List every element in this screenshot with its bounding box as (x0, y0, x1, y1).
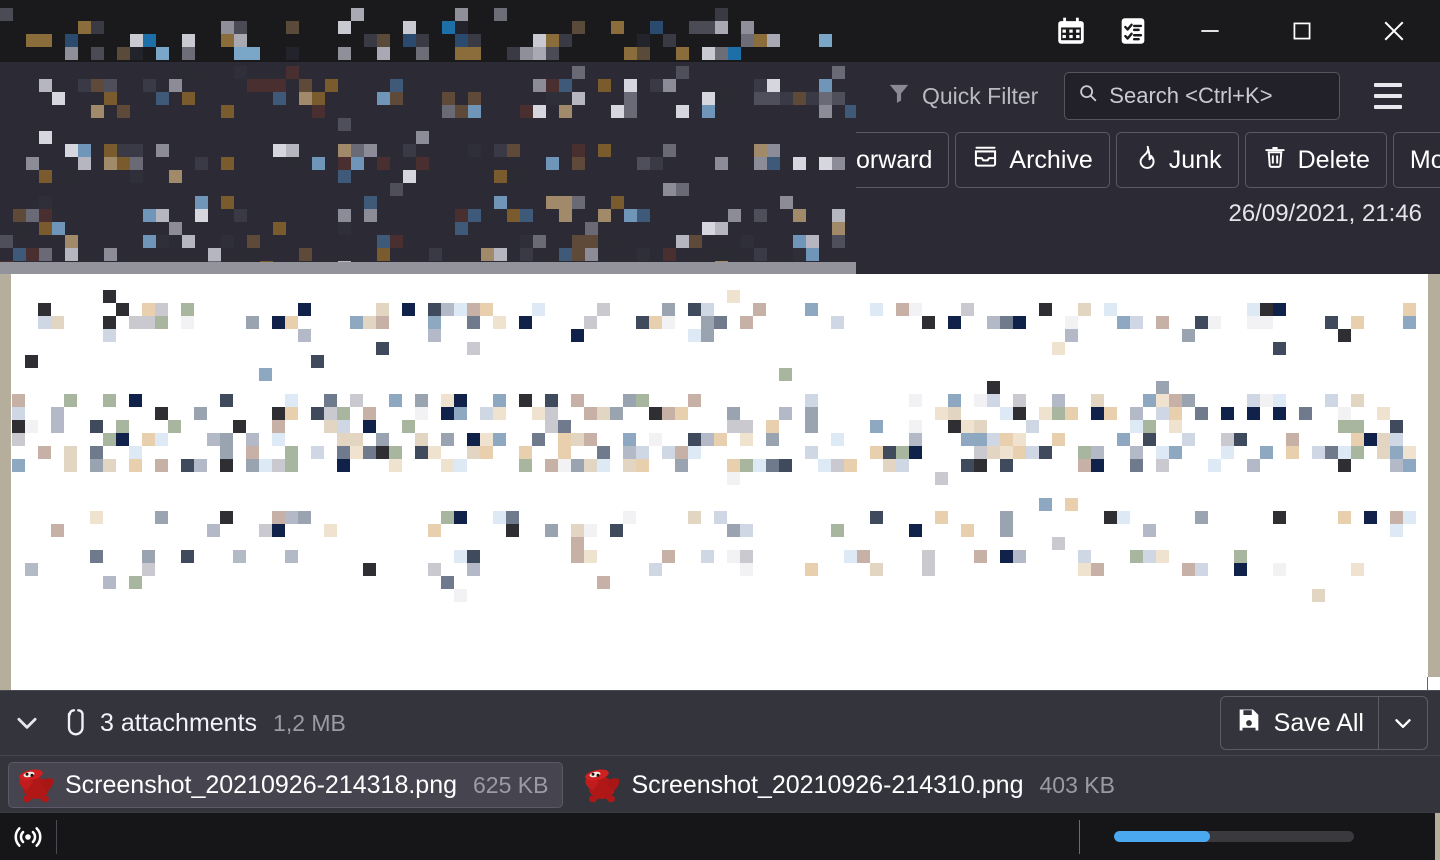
paperclip-icon (58, 706, 88, 741)
status-bar-right-border (1435, 813, 1440, 860)
forward-button[interactable]: orward (856, 132, 950, 188)
quick-filter-button[interactable]: Quick Filter (886, 80, 1038, 112)
quick-filter-label: Quick Filter (922, 82, 1039, 109)
attachment-chip[interactable]: Screenshot_20210926-214318.png 625 KB (8, 762, 564, 808)
archive-button[interactable]: Archive (955, 132, 1110, 188)
message-date: 26/09/2021, 21:46 (1228, 200, 1422, 227)
minimize-icon[interactable] (1164, 0, 1256, 62)
hamburger-bar (1374, 94, 1403, 98)
body-left-border (0, 274, 11, 690)
calendar-icon[interactable] (1040, 0, 1102, 62)
status-bar (0, 812, 1440, 860)
hamburger-bar (1374, 83, 1403, 87)
hamburger-bar (1374, 105, 1403, 109)
search-placeholder: Search <Ctrl+K> (1109, 83, 1273, 108)
message-body-pane (0, 274, 1440, 690)
attachment-file-size: 403 KB (1039, 771, 1115, 798)
forward-button-label: orward (856, 145, 933, 174)
body-border-seam (1427, 677, 1428, 690)
censored-message-header (0, 66, 856, 262)
maximize-icon[interactable] (1256, 0, 1348, 62)
flame-icon (1133, 144, 1159, 177)
body-right-border (1428, 274, 1440, 677)
quick-filter-bar: Quick Filter Search <Ctrl+K> (856, 62, 1440, 130)
delete-button-label: Delete (1297, 145, 1370, 174)
search-input[interactable]: Search <Ctrl+K> (1064, 72, 1341, 120)
more-button[interactable]: More (1392, 132, 1440, 188)
attachment-file-name: Screenshot_20210926-214318.png (65, 770, 458, 799)
broadcast-icon[interactable] (0, 821, 56, 853)
attachment-count-label: 3 attachments (100, 708, 258, 737)
save-file-icon (1235, 706, 1263, 741)
titlebar-button-group (1040, 0, 1440, 62)
censored-tab-strip (0, 8, 856, 60)
attachment-file-size: 625 KB (473, 771, 549, 798)
trash-icon (1262, 144, 1288, 177)
tasks-icon[interactable] (1102, 0, 1164, 62)
save-all-label: Save All (1273, 708, 1364, 737)
censored-message-list-panel (0, 0, 856, 275)
attachment-chip[interactable]: Screenshot_20210926-214310.png 403 KB (575, 762, 1128, 808)
save-all-split-button: Save All (1219, 696, 1428, 750)
junk-button[interactable]: Junk (1115, 132, 1239, 188)
attachment-total-size: 1,2 MB (273, 709, 346, 736)
gimp-image-icon (19, 769, 54, 803)
app-menu-button[interactable] (1366, 74, 1410, 118)
gimp-image-icon (585, 769, 620, 803)
funnel-icon (886, 80, 912, 112)
attachment-bar: 3 attachments 1,2 MB Save All Screenshot… (0, 690, 1440, 812)
save-all-button[interactable]: Save All (1221, 697, 1378, 749)
expand-attachments-chevron-icon[interactable] (12, 708, 42, 738)
progress-bar (1114, 831, 1354, 842)
search-icon (1077, 82, 1099, 110)
message-header-pane: orward Archive Junk Delete Mo 26/09/2021… (856, 130, 1440, 274)
more-button-label: More (1409, 145, 1440, 174)
attachment-summary-row: 3 attachments 1,2 MB Save All (0, 691, 1440, 756)
junk-button-label: Junk (1168, 145, 1222, 174)
censored-message-body-text (12, 290, 1416, 610)
status-bar-divider (56, 819, 57, 854)
message-action-toolbar: orward Archive Junk Delete Mo (856, 132, 1440, 188)
thunderbird-message-window: Quick Filter Search <Ctrl+K> orward Arch… (0, 0, 1440, 860)
attachment-file-name: Screenshot_20210926-214310.png (631, 770, 1024, 799)
window-titlebar (856, 0, 1440, 62)
attachment-chip-list: Screenshot_20210926-214318.png 625 KB Scre… (0, 757, 1440, 813)
archive-icon (972, 143, 999, 177)
close-icon[interactable] (1348, 0, 1440, 62)
archive-button-label: Archive (1009, 145, 1093, 174)
save-all-dropdown-chevron-icon[interactable] (1379, 697, 1427, 749)
delete-button[interactable]: Delete (1244, 132, 1387, 188)
progress-bar-fill (1114, 831, 1210, 842)
status-bar-divider (1079, 819, 1080, 854)
